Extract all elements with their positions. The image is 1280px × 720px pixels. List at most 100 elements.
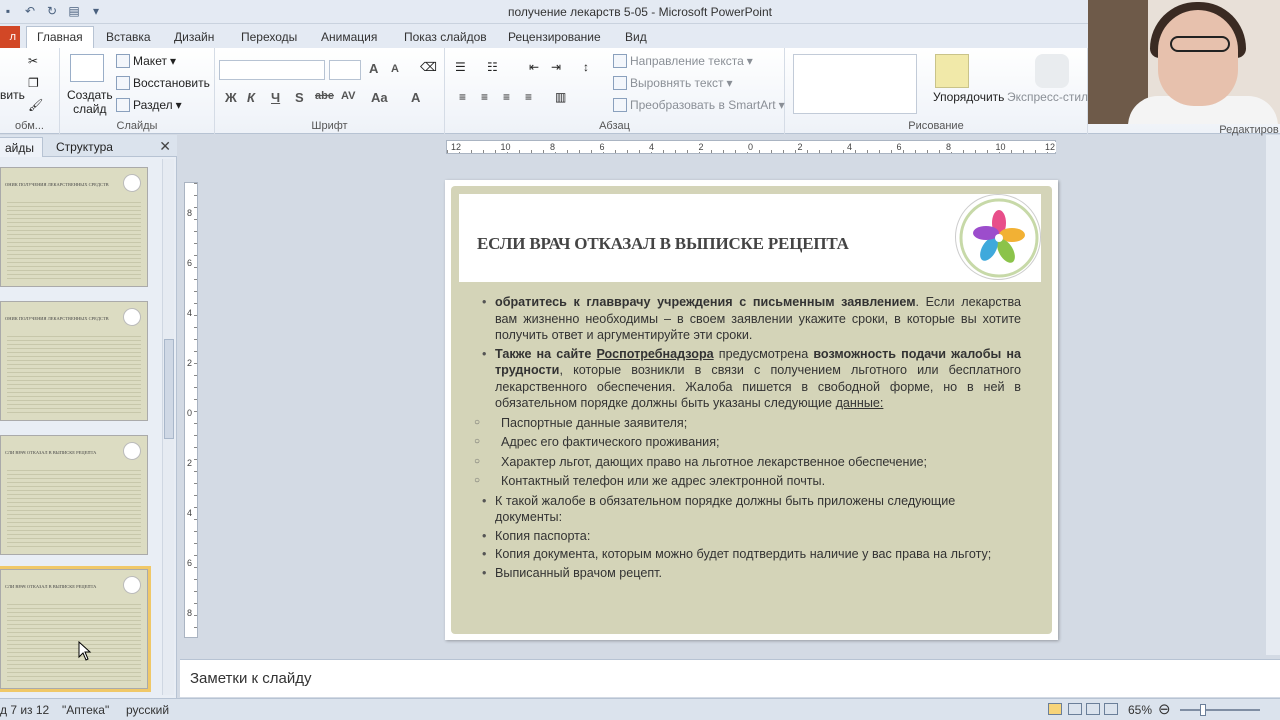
arrange-button[interactable]: Упорядочить	[933, 90, 1004, 104]
tab-insert[interactable]: Вставка	[100, 28, 157, 46]
scrollbar-thumb[interactable]	[164, 339, 174, 439]
ruler-tick-label: 2	[796, 142, 804, 152]
ruler-tick-label: 0	[187, 408, 193, 418]
new-slide-icon[interactable]	[70, 54, 104, 82]
status-bar: д 7 из 12 "Аптека" русский 65% ⊖	[0, 698, 1280, 720]
decrease-indent-icon[interactable]: ⇤	[529, 60, 539, 74]
close-icon[interactable]: ✕	[159, 138, 171, 155]
font-name-combo[interactable]	[219, 60, 325, 80]
underline-button[interactable]: Ч	[271, 90, 280, 105]
webcam-person-glasses	[1170, 36, 1230, 52]
line-spacing-icon[interactable]: ↕	[583, 60, 589, 74]
content-placeholder[interactable]: обратитесь к главврачу учреждения с пись…	[474, 294, 1021, 583]
thumbnail-title: ОНИК ПОЛУЧЕНИЯ ЛЕКАРСТВЕННЫХ СРЕДСТВ	[5, 182, 109, 187]
ruler-tick-label: 12	[450, 142, 463, 152]
font-size-combo[interactable]	[329, 60, 361, 80]
zoom-out-icon[interactable]: ⊖	[1158, 700, 1171, 718]
new-slide-button[interactable]: Создать слайд	[67, 88, 113, 116]
columns-icon[interactable]: ▥	[555, 90, 566, 104]
sub-list-item: Адрес его фактического проживания;	[474, 434, 1021, 451]
section-button[interactable]: Раздел ▾	[116, 98, 182, 112]
tab-design[interactable]: Дизайн	[168, 28, 220, 46]
tab-outline[interactable]: Структура	[48, 137, 121, 157]
quick-styles-icon[interactable]	[1035, 54, 1069, 88]
font-color-button[interactable]: A	[411, 90, 420, 105]
notes-pane[interactable]: Заметки к слайду	[180, 659, 1280, 697]
align-text-button[interactable]: Выровнять текст ▾	[613, 76, 733, 90]
thumbnail-text-lines	[7, 604, 141, 682]
theme-name[interactable]: "Аптека"	[62, 703, 109, 717]
strikethrough-button[interactable]: abe	[315, 90, 334, 102]
slide-title[interactable]: ЕСЛИ ВРАЧ ОТКАЗАЛ В ВЫПИСКЕ РЕЦЕПТА	[477, 234, 849, 254]
smartart-button[interactable]: Преобразовать в SmartArt ▾	[613, 98, 785, 112]
ruler-tick-label: 2	[187, 358, 193, 368]
ruler-tick-label: 8	[549, 142, 557, 152]
thumbnail-text-lines	[7, 470, 141, 548]
slide-canvas[interactable]: ЕСЛИ ВРАЧ ОТКАЗАЛ В ВЫПИСКЕ РЕЦЕПТА обра…	[445, 180, 1058, 640]
tab-view[interactable]: Вид	[619, 28, 653, 46]
copy-icon[interactable]: ❐	[28, 76, 39, 90]
zoom-level[interactable]: 65%	[1128, 703, 1152, 717]
align-left-icon[interactable]: ≡	[459, 90, 466, 104]
tab-slideshow[interactable]: Показ слайдов	[398, 28, 493, 46]
grow-font-button[interactable]: A	[369, 61, 378, 76]
tab-review[interactable]: Рецензирование	[502, 28, 607, 46]
slides-pane-scrollbar[interactable]	[162, 159, 174, 695]
numbering-icon[interactable]: ☷	[487, 60, 498, 74]
paragraph-group-label: Абзац	[599, 120, 630, 132]
tab-file[interactable]: л	[0, 26, 20, 48]
ruler-tick-label: 10	[499, 142, 512, 152]
shadow-button[interactable]: S	[295, 90, 304, 105]
shapes-gallery[interactable]	[793, 54, 917, 114]
title-placeholder[interactable]: ЕСЛИ ВРАЧ ОТКАЗАЛ В ВЫПИСКЕ РЕЦЕПТА	[459, 194, 1041, 282]
normal-view-icon[interactable]	[1048, 703, 1062, 715]
bold-button[interactable]: Ж	[225, 90, 237, 105]
slides-group-label: Слайды	[116, 120, 158, 132]
tab-slides[interactable]: айды	[0, 137, 44, 157]
text-direction-icon	[613, 54, 627, 68]
sub-list-item: Характер льгот, дающих право на льготное…	[474, 454, 1021, 471]
slide-thumbnail[interactable]: ОНИК ПОЛУЧЕНИЯ ЛЕКАРСТВЕННЫХ СРЕДСТВ	[0, 167, 148, 287]
change-case-button[interactable]: Aa	[371, 90, 388, 105]
quick-styles-button[interactable]: Экспресс-стили	[1007, 90, 1095, 104]
reading-view-icon[interactable]	[1086, 703, 1100, 715]
ruler-tick-label: 2	[187, 458, 193, 468]
language-indicator[interactable]: русский	[126, 703, 169, 717]
layout-button[interactable]: Макет ▾	[116, 54, 176, 68]
char-spacing-button[interactable]: AV	[341, 90, 355, 102]
tab-transitions[interactable]: Переходы	[235, 28, 303, 46]
reset-button[interactable]: Восстановить	[116, 76, 210, 90]
slideshow-icon[interactable]	[1104, 703, 1118, 715]
tab-home[interactable]: Главная	[26, 26, 94, 48]
notes-placeholder[interactable]: Заметки к слайду	[190, 670, 312, 687]
text-direction-button[interactable]: Направление текста ▾	[613, 54, 753, 68]
slide-sorter-icon[interactable]	[1068, 703, 1082, 715]
list-item: обратитесь к главврачу учреждения с пись…	[482, 294, 1021, 344]
logo-icon	[123, 308, 141, 326]
zoom-slider[interactable]	[1180, 709, 1260, 711]
slide-counter: д 7 из 12	[0, 703, 50, 717]
reset-icon	[116, 76, 130, 90]
paste-button[interactable]: вить	[0, 88, 25, 102]
slide-thumbnail[interactable]: СЛИ ВРАЧ ОТКАЗАЛ В ВЫПИСКЕ РЕЦЕПТА	[0, 435, 148, 555]
italic-button[interactable]: К	[247, 90, 255, 105]
clear-format-icon[interactable]: ⌫	[420, 60, 437, 74]
tab-animation[interactable]: Анимация	[315, 28, 383, 46]
shrink-font-button[interactable]: A	[391, 63, 399, 75]
main-scrollbar[interactable]	[1266, 135, 1280, 655]
arrange-icon[interactable]	[935, 54, 969, 88]
bullets-icon[interactable]: ☰	[455, 60, 466, 74]
slide-thumbnail[interactable]: ОНИК ПОЛУЧЕНИЯ ЛЕКАРСТВЕННЫХ СРЕДСТВ	[0, 301, 148, 421]
smartart-icon	[613, 98, 627, 112]
justify-icon[interactable]: ≡	[525, 90, 532, 104]
increase-indent-icon[interactable]: ⇥	[551, 60, 561, 74]
cut-icon[interactable]: ✂	[28, 54, 38, 68]
ruler-tick-label: 0	[747, 142, 755, 152]
zoom-slider-thumb[interactable]	[1200, 704, 1206, 716]
align-center-icon[interactable]: ≡	[481, 90, 488, 104]
align-right-icon[interactable]: ≡	[503, 90, 510, 104]
slide-thumbnail-selected[interactable]: СЛИ ВРАЧ ОТКАЗАЛ В ВЫПИСКЕ РЕЦЕПТА	[0, 566, 151, 692]
thumbnail-title: СЛИ ВРАЧ ОТКАЗАЛ В ВЫПИСКЕ РЕЦЕПТА	[5, 584, 97, 589]
horizontal-ruler: 12 10 8 6 4 2 0 2 4 6 8 10 12	[446, 140, 1057, 154]
format-painter-icon[interactable]: 🖌	[28, 98, 43, 112]
